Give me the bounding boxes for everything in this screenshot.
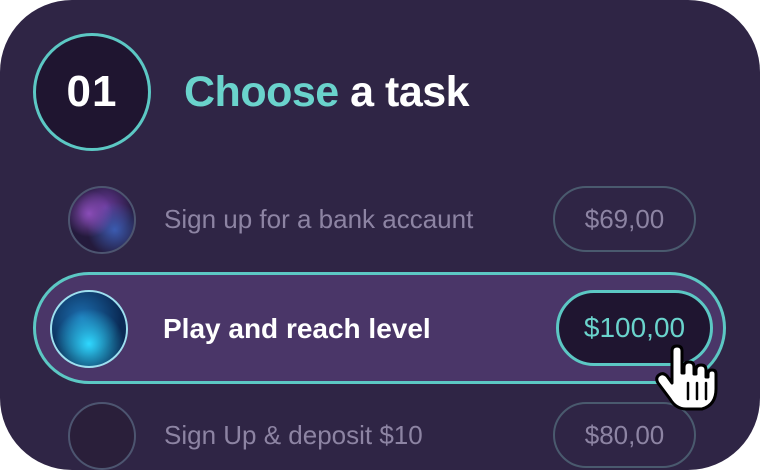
- task-item-bank-account[interactable]: Sign up for a bank accaunt $69,00: [66, 182, 696, 258]
- task-item-deposit[interactable]: Sign Up & deposit $10 $80,00: [66, 398, 696, 470]
- task-thumbnail: [68, 186, 136, 254]
- step-number-badge: 01: [33, 33, 151, 151]
- task-thumbnail: [50, 290, 128, 368]
- task-label: Sign Up & deposit $10: [164, 420, 423, 450]
- task-label: Sign up for a bank accaunt: [164, 204, 474, 234]
- task-item-play-level[interactable]: Play and reach level $100,00: [33, 272, 726, 384]
- task-price-button[interactable]: $69,00: [553, 186, 696, 252]
- page-title: Choose a task: [184, 68, 470, 117]
- task-label: Play and reach level: [163, 313, 431, 344]
- step-number: 01: [66, 67, 118, 116]
- title-accent: Choose: [184, 68, 339, 116]
- hand-pointer-icon: [655, 344, 718, 411]
- title-rest: a task: [338, 68, 470, 116]
- task-card: 01 Choose a task Sign up for a bank acca…: [0, 0, 760, 470]
